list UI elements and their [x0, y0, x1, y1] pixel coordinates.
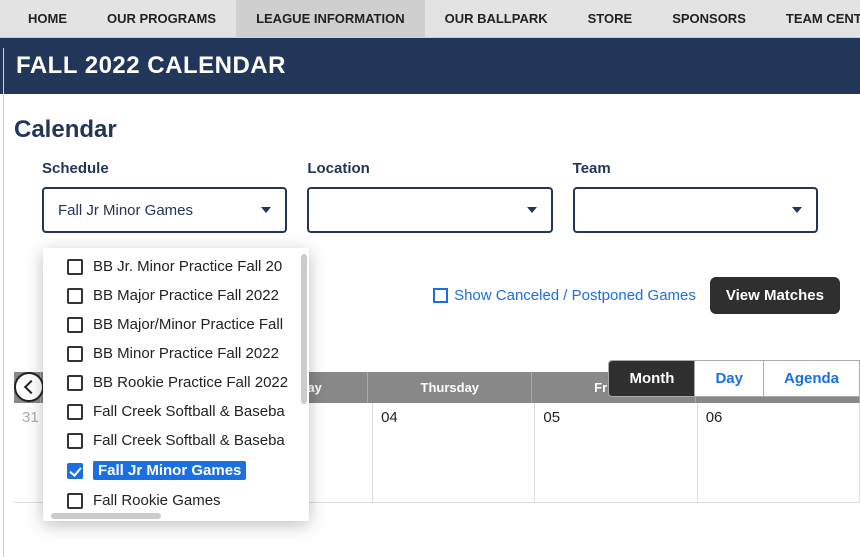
show-canceled-label: Show Canceled / Postponed Games — [454, 287, 696, 304]
location-dropdown[interactable] — [307, 187, 552, 233]
view-toggle-day[interactable]: Day — [695, 361, 764, 396]
page-heading: Calendar — [0, 94, 860, 154]
schedule-option[interactable]: BB Rookie Practice Fall 2022 — [43, 368, 309, 397]
scrollbar-vertical[interactable] — [301, 254, 307, 404]
view-matches-button[interactable]: View Matches — [710, 277, 840, 314]
chevron-down-icon — [792, 207, 802, 213]
schedule-option-label: Fall Creek Softball & Baseba — [93, 403, 285, 420]
scrollbar-horizontal[interactable] — [51, 513, 161, 519]
schedule-option-label: Fall Creek Softball & Baseba — [93, 432, 285, 449]
top-nav: HOMEOUR PROGRAMSLEAGUE INFORMATIONOUR BA… — [0, 0, 860, 38]
nav-item-league-information[interactable]: LEAGUE INFORMATION — [236, 0, 425, 37]
team-dropdown[interactable] — [573, 187, 818, 233]
schedule-option-label: BB Major/Minor Practice Fall — [93, 316, 283, 333]
nav-item-sponsors[interactable]: SPONSORS — [652, 0, 766, 37]
schedule-option[interactable]: Fall Rookie Games — [43, 486, 309, 515]
calendar-date-cell[interactable]: 04 — [373, 403, 535, 503]
page-titlebar: FALL 2022 CALENDAR — [0, 38, 860, 94]
schedule-option-label: BB Rookie Practice Fall 2022 — [93, 374, 288, 391]
filter-row: Schedule Fall Jr Minor Games Location Te… — [0, 154, 860, 233]
schedule-option-label: Fall Rookie Games — [93, 492, 221, 509]
schedule-dropdown-value: Fall Jr Minor Games — [58, 202, 193, 219]
schedule-option[interactable]: BB Minor Practice Fall 2022 — [43, 339, 309, 368]
checkbox-icon — [67, 493, 83, 509]
view-toggle-month[interactable]: Month — [609, 361, 695, 396]
schedule-dropdown-panel[interactable]: BB Jr. Minor Practice Fall 20 BB Major Pr… — [43, 248, 309, 521]
checkbox-icon — [67, 433, 83, 449]
nav-item-our-programs[interactable]: OUR PROGRAMS — [87, 0, 236, 37]
nav-item-team-cent[interactable]: TEAM CENT — [766, 0, 860, 37]
checkbox-icon — [67, 288, 83, 304]
nav-item-our-ballpark[interactable]: OUR BALLPARK — [425, 0, 568, 37]
schedule-option[interactable]: BB Jr. Minor Practice Fall 20 — [43, 252, 309, 281]
calendar-date-cell[interactable]: 06 — [698, 403, 860, 503]
chevron-down-icon — [527, 207, 537, 213]
chevron-down-icon — [261, 207, 271, 213]
schedule-option-label: BB Jr. Minor Practice Fall 20 — [93, 258, 282, 275]
checkbox-icon — [433, 288, 448, 303]
checkbox-icon — [67, 346, 83, 362]
schedule-option[interactable]: Fall Jr Minor Games — [43, 455, 309, 486]
nav-item-home[interactable]: HOME — [8, 0, 87, 37]
schedule-option[interactable]: BB Major/Minor Practice Fall — [43, 310, 309, 339]
nav-item-store[interactable]: STORE — [568, 0, 653, 37]
schedule-label: Schedule — [42, 160, 287, 177]
schedule-option[interactable]: Fall Creek Softball & Baseba — [43, 397, 309, 426]
schedule-dropdown[interactable]: Fall Jr Minor Games — [42, 187, 287, 233]
checkbox-icon — [67, 463, 83, 479]
schedule-option[interactable]: Fall Creek Softball & Baseba — [43, 426, 309, 455]
schedule-option-label: Fall Jr Minor Games — [93, 461, 246, 480]
weekday-header-cell: Thursday — [368, 372, 532, 403]
checkbox-icon — [67, 375, 83, 391]
checkbox-icon — [67, 317, 83, 333]
schedule-option[interactable]: BB Major Practice Fall 2022 — [43, 281, 309, 310]
show-canceled-toggle[interactable]: Show Canceled / Postponed Games — [433, 287, 696, 304]
prev-month-button[interactable] — [14, 372, 44, 402]
view-toggle: Month Day Agenda — [608, 360, 860, 397]
schedule-option-label: BB Major Practice Fall 2022 — [93, 287, 279, 304]
calendar-date-cell[interactable]: 05 — [535, 403, 697, 503]
checkbox-icon — [67, 404, 83, 420]
team-label: Team — [573, 160, 818, 177]
location-label: Location — [307, 160, 552, 177]
view-toggle-agenda[interactable]: Agenda — [764, 361, 860, 396]
schedule-option-label: BB Minor Practice Fall 2022 — [93, 345, 279, 362]
checkbox-icon — [67, 259, 83, 275]
